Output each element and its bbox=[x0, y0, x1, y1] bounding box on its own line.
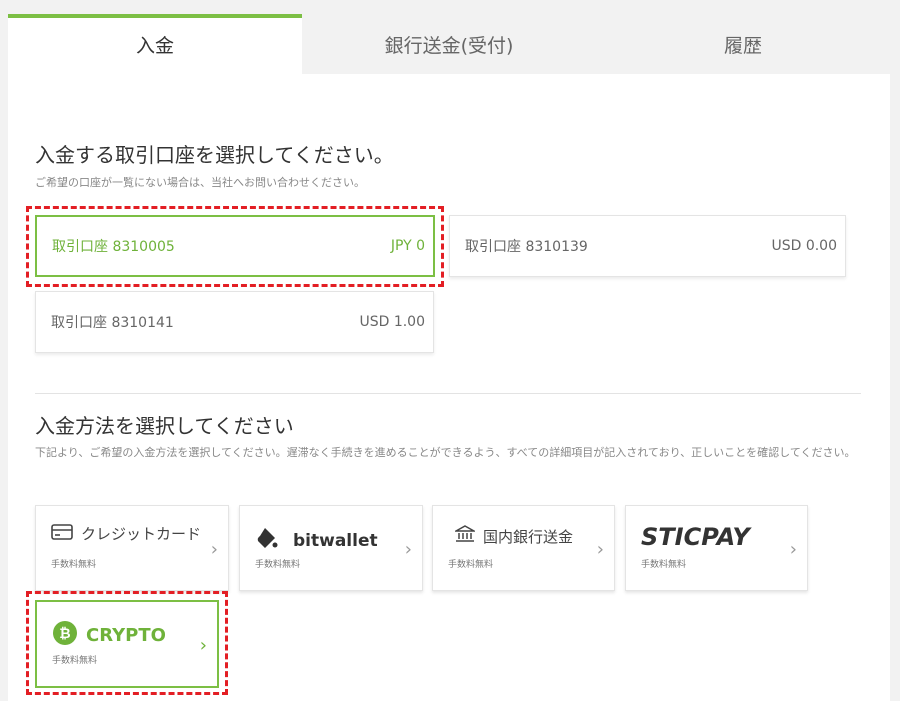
method-label: bitwallet bbox=[293, 530, 378, 551]
method-crypto[interactable]: ₿ CRYPTO 手数料無料 › bbox=[35, 600, 219, 688]
chevron-right-icon: › bbox=[404, 539, 412, 560]
method-section-title: 入金方法を選択してください bbox=[35, 414, 294, 438]
method-fee: 手数料無料 bbox=[255, 560, 301, 570]
chevron-right-icon: › bbox=[789, 539, 797, 560]
method-label: 国内銀行送金 bbox=[483, 527, 574, 546]
svg-text:₿: ₿ bbox=[59, 626, 70, 642]
tab-bar: 入金 銀行送金(受付) 履歴 bbox=[8, 14, 890, 74]
account-card-8310005[interactable]: 取引口座 8310005 JPY 0 bbox=[35, 215, 435, 277]
method-bitwallet[interactable]: bitwallet 手数料無料 › bbox=[239, 505, 423, 591]
bitwallet-logo-icon bbox=[255, 526, 285, 555]
method-fee: 手数料無料 bbox=[641, 560, 687, 570]
account-card-8310139[interactable]: 取引口座 8310139 USD 0.00 bbox=[449, 215, 846, 277]
method-label: クレジットカード bbox=[81, 525, 202, 543]
account-section-subtitle: ご希望の口座が一覧にない場合は、当社へお問い合わせください。 bbox=[35, 176, 365, 189]
method-credit-card[interactable]: クレジットカード 手数料無料 › bbox=[35, 505, 229, 591]
chevron-right-icon: › bbox=[596, 539, 604, 560]
account-balance: JPY 0 bbox=[390, 238, 425, 254]
section-divider bbox=[35, 393, 861, 394]
method-sticpay[interactable]: STICPAY 手数料無料 › bbox=[625, 505, 808, 591]
account-balance: USD 0.00 bbox=[771, 238, 837, 254]
chevron-right-icon: › bbox=[199, 635, 207, 656]
method-label: CRYPTO bbox=[86, 625, 166, 646]
account-section-title: 入金する取引口座を選択してください。 bbox=[35, 143, 394, 167]
method-section-description: 下記より、ご希望の入金方法を選択してください。遅滞なく手続きを進めることができる… bbox=[35, 446, 856, 459]
method-bank-transfer[interactable]: 国内銀行送金 手数料無料 › bbox=[432, 505, 615, 591]
account-name: 取引口座 8310005 bbox=[52, 239, 175, 255]
account-name: 取引口座 8310141 bbox=[51, 315, 174, 331]
tab-deposit[interactable]: 入金 bbox=[8, 14, 302, 74]
tab-history[interactable]: 履歴 bbox=[596, 14, 890, 74]
sticpay-logo: STICPAY bbox=[641, 523, 750, 551]
chevron-right-icon: › bbox=[210, 539, 218, 560]
bank-icon bbox=[453, 525, 477, 547]
account-name: 取引口座 8310139 bbox=[465, 239, 588, 255]
bitcoin-icon: ₿ bbox=[52, 620, 78, 651]
method-fee: 手数料無料 bbox=[448, 560, 494, 570]
account-card-8310141[interactable]: 取引口座 8310141 USD 1.00 bbox=[35, 291, 434, 353]
method-fee: 手数料無料 bbox=[51, 560, 97, 570]
credit-card-icon bbox=[51, 523, 73, 544]
method-fee: 手数料無料 bbox=[52, 656, 98, 666]
tab-bank-transfer[interactable]: 銀行送金(受付) bbox=[302, 14, 596, 74]
account-balance: USD 1.00 bbox=[359, 314, 425, 330]
